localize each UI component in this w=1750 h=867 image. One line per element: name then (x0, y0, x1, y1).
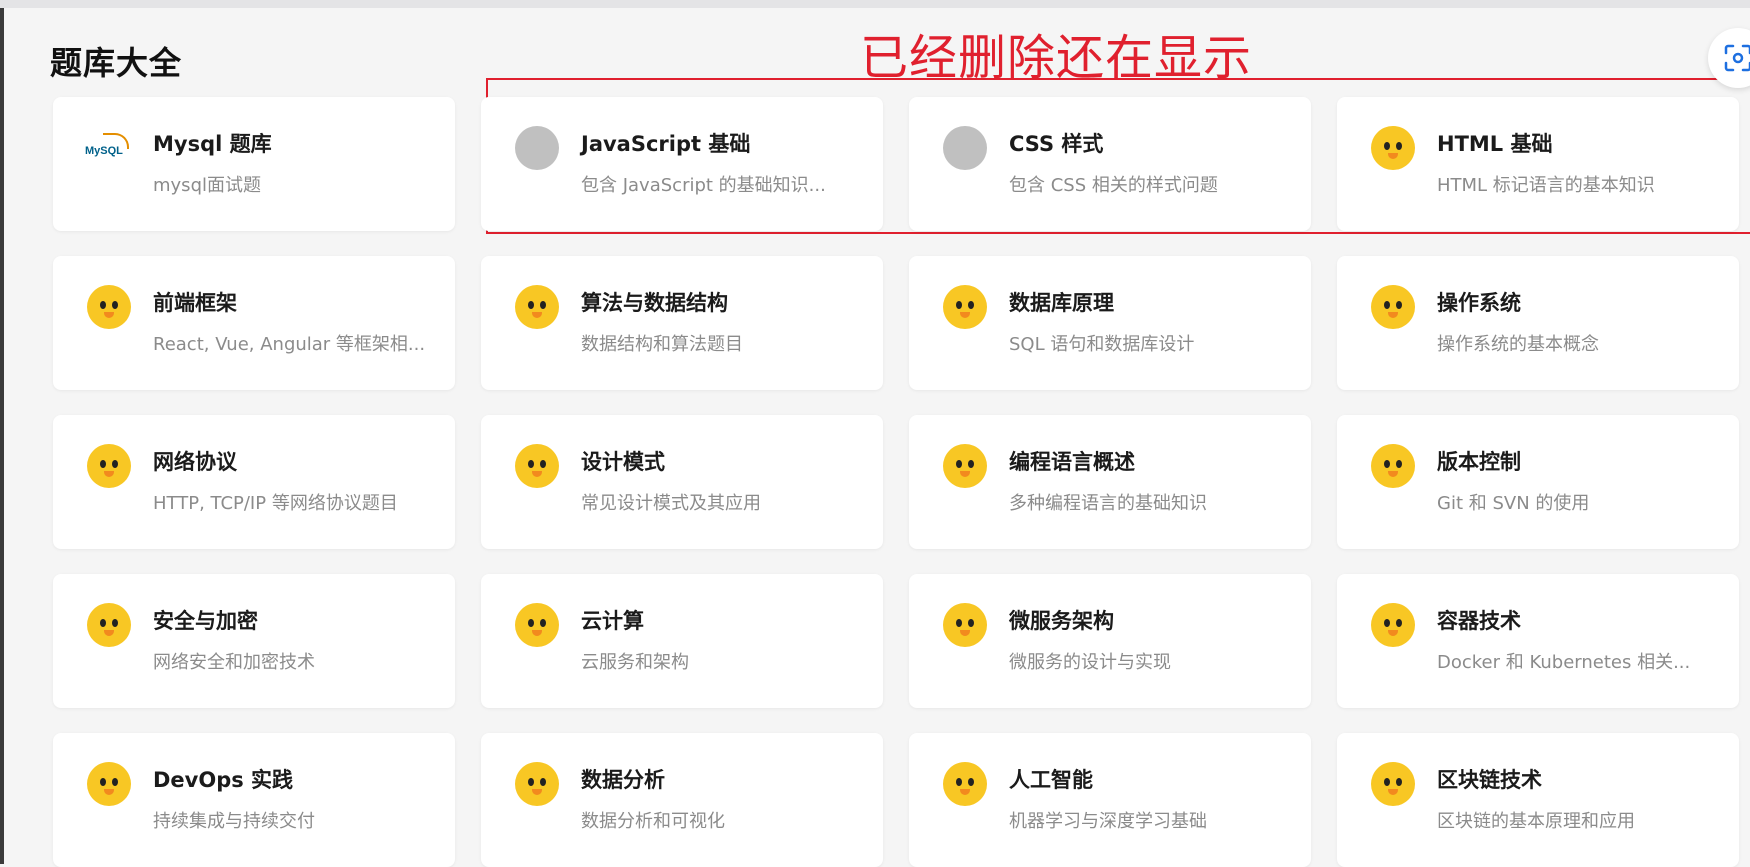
card-title: 算法与数据结构 (581, 291, 728, 315)
card-description: SQL 语句和数据库设计 (1009, 334, 1195, 355)
card-description: HTML 标记语言的基本知识 (1437, 175, 1655, 196)
scan-icon (1724, 44, 1750, 72)
placeholder-avatar-icon (943, 126, 987, 170)
card-title: DevOps 实践 (153, 768, 294, 792)
question-bank-card[interactable]: 安全与加密网络安全和加密技术 (53, 574, 455, 708)
question-bank-card[interactable]: 设计模式常见设计模式及其应用 (481, 415, 883, 549)
mysql-logo-icon: MySQL (85, 133, 131, 163)
card-title: 云计算 (581, 609, 644, 633)
question-bank-card[interactable]: 网络协议 HTTP, TCP/IP 等网络协议题目 (53, 415, 455, 549)
window-left-edge (0, 8, 4, 864)
card-description: 持续集成与持续交付 (153, 811, 315, 832)
card-description: 包含 JavaScript 的基础知识... (581, 175, 826, 196)
question-bank-card[interactable]: CSS 样式包含 CSS 相关的样式问题 (909, 97, 1311, 231)
duck-icon (515, 603, 559, 647)
card-description: HTTP, TCP/IP 等网络协议题目 (153, 493, 398, 514)
card-description: 机器学习与深度学习基础 (1009, 811, 1207, 832)
duck-icon (1371, 126, 1415, 170)
question-bank-card[interactable]: 微服务架构微服务的设计与实现 (909, 574, 1311, 708)
question-bank-card[interactable]: 算法与数据结构 数据结构和算法题目 (481, 256, 883, 390)
card-description: 网络安全和加密技术 (153, 652, 315, 673)
card-title: 编程语言概述 (1009, 450, 1135, 474)
scan-button[interactable] (1708, 28, 1750, 88)
card-description: React, Vue, Angular 等框架相... (153, 334, 426, 355)
duck-icon (1371, 285, 1415, 329)
duck-icon (943, 603, 987, 647)
question-bank-card[interactable]: DevOps 实践 持续集成与持续交付 (53, 733, 455, 867)
card-title: Mysql 题库 (153, 132, 272, 156)
question-bank-card[interactable]: 区块链技术区块链的基本原理和应用 (1337, 733, 1739, 867)
question-bank-card[interactable]: 操作系统操作系统的基本概念 (1337, 256, 1739, 390)
question-bank-card[interactable]: 编程语言概述多种编程语言的基础知识 (909, 415, 1311, 549)
card-title: JavaScript 基础 (581, 132, 751, 156)
question-bank-card[interactable]: 云计算 云服务和架构 (481, 574, 883, 708)
card-title: 网络协议 (153, 450, 237, 474)
card-title: 设计模式 (581, 450, 665, 474)
card-title: 操作系统 (1437, 291, 1521, 315)
duck-icon (943, 285, 987, 329)
question-bank-card[interactable]: HTML 基础 HTML 标记语言的基本知识 (1337, 97, 1739, 231)
card-title: CSS 样式 (1009, 132, 1104, 156)
duck-icon (515, 285, 559, 329)
card-description: 数据分析和可视化 (581, 811, 725, 832)
duck-icon (943, 444, 987, 488)
card-title: 微服务架构 (1009, 609, 1114, 633)
card-description: 常见设计模式及其应用 (581, 493, 761, 514)
card-description: 多种编程语言的基础知识 (1009, 493, 1207, 514)
question-bank-card[interactable]: JavaScript 基础包含 JavaScript 的基础知识... (481, 97, 883, 231)
card-title: 数据分析 (581, 768, 665, 792)
duck-icon (1371, 444, 1415, 488)
card-title: 安全与加密 (153, 609, 258, 633)
annotation-text: 已经删除还在显示 (860, 30, 1253, 86)
card-title: 区块链技术 (1437, 768, 1542, 792)
card-description: 包含 CSS 相关的样式问题 (1009, 175, 1218, 196)
card-description: Docker 和 Kubernetes 相关... (1437, 652, 1691, 673)
question-bank-card[interactable]: 前端框架 React, Vue, Angular 等框架相... (53, 256, 455, 390)
card-description: 云服务和架构 (581, 652, 689, 673)
question-bank-card[interactable]: 人工智能机器学习与深度学习基础 (909, 733, 1311, 867)
card-description: 数据结构和算法题目 (581, 334, 743, 355)
browser-top-bar (0, 0, 1750, 8)
duck-icon (87, 444, 131, 488)
card-description: 操作系统的基本概念 (1437, 334, 1599, 355)
card-title: 版本控制 (1437, 450, 1521, 474)
card-title: 数据库原理 (1009, 291, 1114, 315)
card-description: Git 和 SVN 的使用 (1437, 493, 1590, 514)
duck-icon (87, 285, 131, 329)
page-title: 题库大全 (50, 44, 183, 82)
duck-icon (87, 762, 131, 806)
question-bank-grid: MySQL Mysql 题库 mysql面试题 JavaScript 基础包含 Jav… (53, 97, 1750, 867)
question-bank-card[interactable]: MySQL Mysql 题库 mysql面试题 (53, 97, 455, 231)
duck-icon (1371, 762, 1415, 806)
card-title: 容器技术 (1437, 609, 1521, 633)
card-title: 前端框架 (153, 291, 237, 315)
question-bank-card[interactable]: 版本控制 Git 和 SVN 的使用 (1337, 415, 1739, 549)
card-description: 微服务的设计与实现 (1009, 652, 1171, 673)
duck-icon (515, 762, 559, 806)
duck-icon (515, 444, 559, 488)
placeholder-avatar-icon (515, 126, 559, 170)
question-bank-card[interactable]: 数据分析数据分析和可视化 (481, 733, 883, 867)
duck-icon (943, 762, 987, 806)
card-title: 人工智能 (1009, 768, 1093, 792)
duck-icon (1371, 603, 1415, 647)
card-title: HTML 基础 (1437, 132, 1553, 156)
question-bank-card[interactable]: 容器技术 Docker 和 Kubernetes 相关... (1337, 574, 1739, 708)
duck-icon (87, 603, 131, 647)
card-description: 区块链的基本原理和应用 (1437, 811, 1635, 832)
card-description: mysql面试题 (153, 175, 261, 196)
question-bank-card[interactable]: 数据库原理 SQL 语句和数据库设计 (909, 256, 1311, 390)
